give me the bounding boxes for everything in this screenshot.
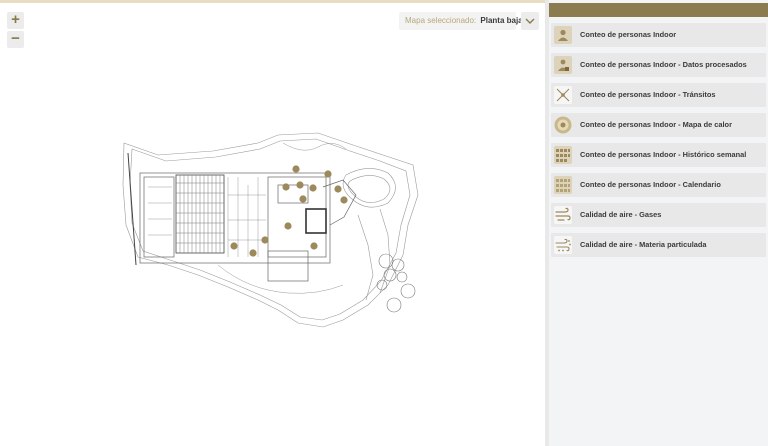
zoom-out-button[interactable]: − xyxy=(7,31,24,48)
menu-item-label: Conteo de personas Indoor - Histórico se… xyxy=(580,150,747,159)
weekly-history-icon xyxy=(554,146,572,164)
menu-item-label: Conteo de personas Indoor - Datos proces… xyxy=(580,60,747,69)
layers-panel: Conteo de personas Indoor Conteo de pers… xyxy=(549,0,768,446)
menu-item-label: Conteo de personas Indoor - Mapa de calo… xyxy=(580,120,732,129)
chevron-down-icon xyxy=(525,18,535,24)
map-dropdown-button[interactable] xyxy=(521,12,539,30)
map-viewport[interactable]: + − Mapa seleccionado: Planta baja xyxy=(0,0,545,446)
floor-plan xyxy=(122,132,419,328)
menu-item-calendario[interactable]: Conteo de personas Indoor - Calendario xyxy=(551,173,766,197)
menu-item-mapa-calor[interactable]: Conteo de personas Indoor - Mapa de calo… xyxy=(551,113,766,137)
menu-item-calidad-aire-materia[interactable]: Calidad de aire - Materia particulada xyxy=(551,233,766,257)
menu-item-transitos[interactable]: Conteo de personas Indoor - Tránsitos xyxy=(551,83,766,107)
map-selector[interactable]: Mapa seleccionado: Planta baja xyxy=(399,12,523,30)
menu-item-label: Conteo de personas Indoor - Calendario xyxy=(580,180,721,189)
zoom-in-button[interactable]: + xyxy=(7,12,24,29)
panel-header-bar xyxy=(549,3,768,17)
person-count-icon xyxy=(554,26,572,44)
heatmap-icon xyxy=(554,116,572,134)
map-selector-value: Planta baja xyxy=(480,16,523,25)
particulate-matter-icon xyxy=(554,236,572,254)
map-top-border xyxy=(0,0,545,3)
menu-item-label: Calidad de aire - Materia particulada xyxy=(580,240,707,249)
processed-data-icon xyxy=(554,56,572,74)
menu-item-label: Conteo de personas Indoor - Tránsitos xyxy=(580,90,716,99)
transit-arrows-icon xyxy=(554,86,572,104)
menu-item-calidad-aire-gases[interactable]: Calidad de aire - Gases xyxy=(551,203,766,227)
menu-item-datos-procesados[interactable]: Conteo de personas Indoor - Datos proces… xyxy=(551,53,766,77)
menu-item-label: Conteo de personas Indoor xyxy=(580,30,677,39)
menu-item-historico-semanal[interactable]: Conteo de personas Indoor - Histórico se… xyxy=(551,143,766,167)
calendar-icon xyxy=(554,176,572,194)
map-selector-label: Mapa seleccionado: xyxy=(405,16,477,25)
menu-item-conteo-personas[interactable]: Conteo de personas Indoor xyxy=(551,23,766,47)
menu-item-label: Calidad de aire - Gases xyxy=(580,210,662,219)
air-gases-icon xyxy=(554,206,572,224)
